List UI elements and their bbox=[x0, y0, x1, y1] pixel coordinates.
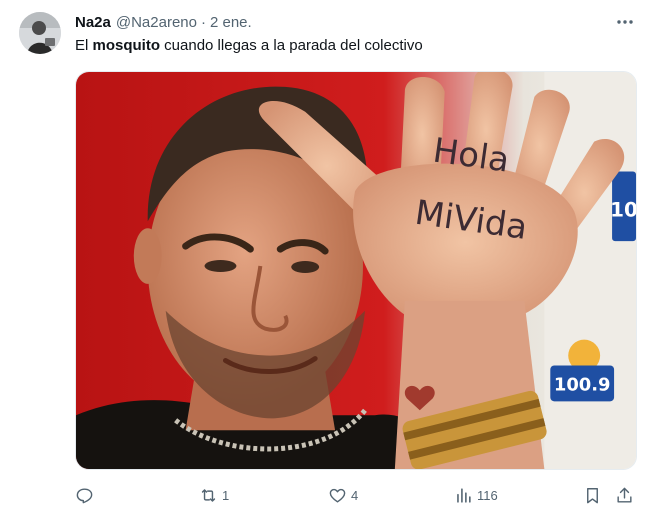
avatar[interactable] bbox=[19, 12, 61, 54]
retweet-button[interactable]: 1 bbox=[199, 483, 229, 507]
tweet-date[interactable]: 2 ene. bbox=[210, 14, 252, 31]
tweet-media[interactable]: 100.9 10 Hola MiVida bbox=[75, 71, 637, 470]
tweet-card[interactable]: Na2a @Na2areno · 2 ene. El mosquito cuan… bbox=[0, 0, 668, 523]
header-separator: · bbox=[200, 13, 206, 31]
tweet-actions: 1 4 116 bbox=[75, 483, 637, 507]
share-icon bbox=[617, 487, 632, 503]
views-button[interactable]: 116 bbox=[454, 483, 498, 507]
share-button[interactable] bbox=[615, 483, 634, 507]
reply-button[interactable] bbox=[75, 483, 98, 507]
bookmark-button[interactable] bbox=[583, 483, 602, 507]
like-button[interactable]: 4 bbox=[328, 483, 358, 507]
tweet-header: Na2a @Na2areno · 2 ene. bbox=[75, 12, 252, 32]
more-button[interactable] bbox=[612, 12, 638, 32]
more-icon bbox=[617, 20, 633, 24]
views-count: 116 bbox=[477, 487, 498, 503]
media-photo: 100.9 10 Hola MiVida bbox=[76, 72, 636, 469]
analytics-icon bbox=[457, 487, 471, 503]
tweet-text: El mosquito cuando llegas a la parada de… bbox=[75, 36, 423, 56]
bookmark-icon bbox=[587, 487, 598, 503]
author-handle[interactable]: @Na2areno bbox=[116, 14, 197, 31]
reply-icon bbox=[76, 487, 93, 503]
heart-icon bbox=[329, 488, 346, 503]
retweet-icon bbox=[201, 488, 216, 502]
retweet-count: 1 bbox=[222, 487, 230, 503]
author-name[interactable]: Na2a bbox=[75, 14, 111, 31]
tweet-text-end: cuando llegas a la parada del colectivo bbox=[160, 37, 423, 54]
radio-logo-text-top: 10 bbox=[610, 198, 636, 221]
avatar-image bbox=[19, 12, 61, 54]
radio-logo-text: 100.9 bbox=[554, 374, 611, 395]
tweet-text-bold: mosquito bbox=[92, 37, 161, 54]
like-count: 4 bbox=[351, 487, 359, 503]
tweet-text-start: El bbox=[75, 37, 93, 54]
